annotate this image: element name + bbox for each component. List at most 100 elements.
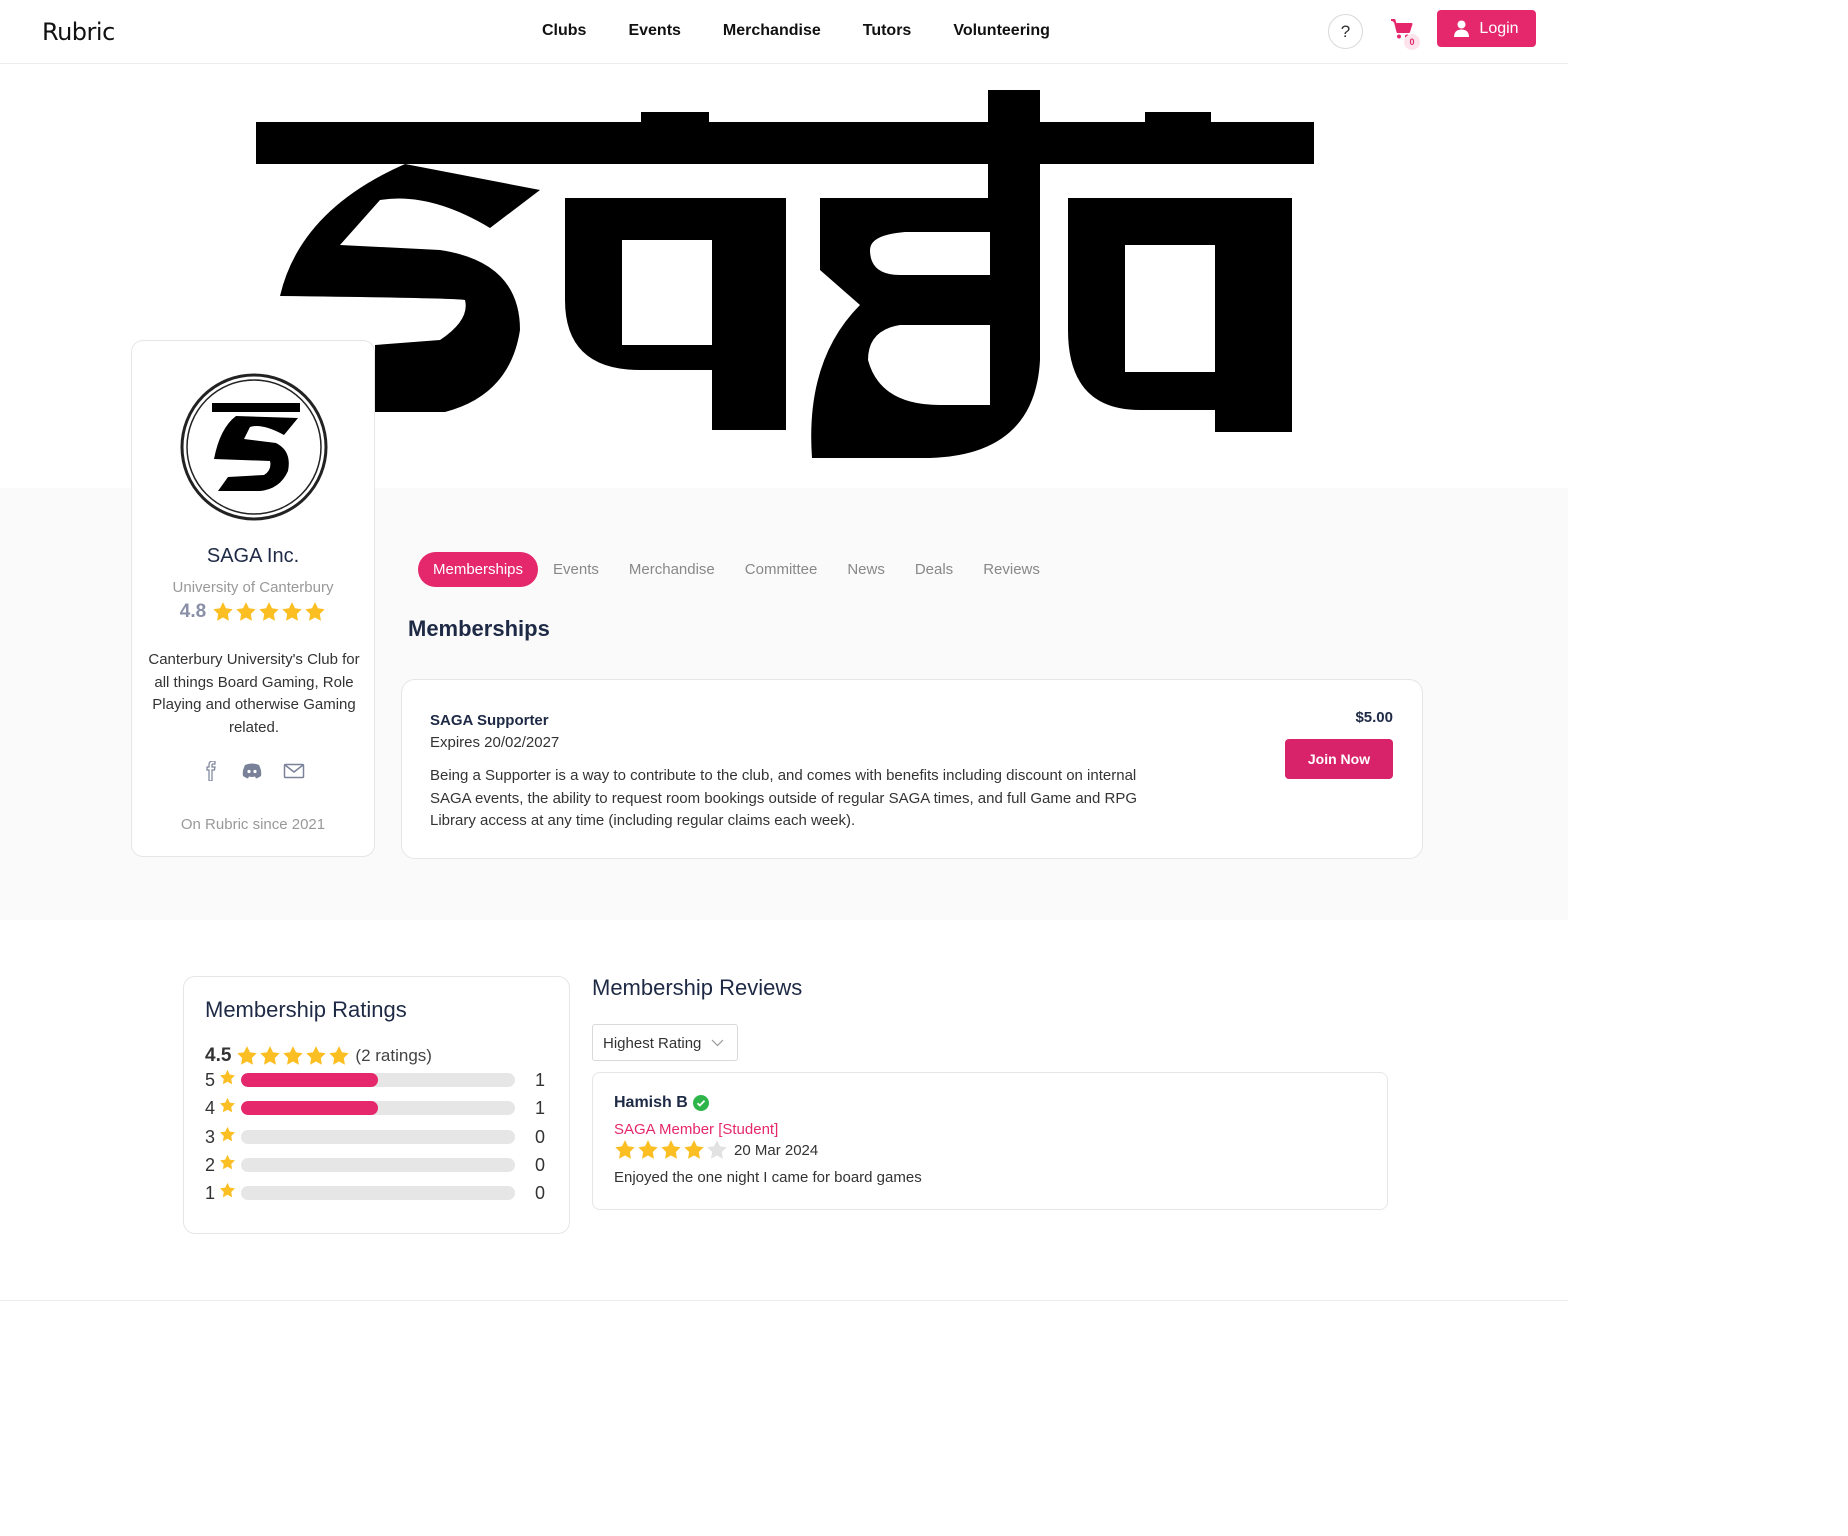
cart-button[interactable]: 0 (1390, 18, 1420, 50)
star-icon (260, 1046, 281, 1065)
rating-bar-track (241, 1158, 515, 1172)
star-icon (283, 1046, 304, 1065)
star-icon (259, 602, 279, 621)
rating-bar-label: 3 (205, 1126, 216, 1147)
ratings-average: 4.5 (205, 1045, 232, 1066)
rating-bar-track (241, 1186, 515, 1200)
main-nav: Clubs Events Merchandise Tutors Voluntee… (542, 22, 1050, 40)
ratings-average-stars (236, 1045, 350, 1067)
rating-bar-star (219, 1097, 241, 1119)
rating-bar-count: 1 (535, 1097, 546, 1118)
top-navbar: Rubric Clubs Events Merchandise Tutors V… (0, 0, 1568, 64)
review-text: Enjoyed the one night I came for board g… (614, 1169, 922, 1186)
membership-description: Being a Supporter is a way to contribute… (430, 767, 1138, 829)
star-icon (220, 1154, 235, 1170)
rating-bar-count: 0 (535, 1182, 546, 1203)
rating-bar-row: 30 (205, 1126, 550, 1148)
rating-bar-track (241, 1101, 515, 1115)
reviews-title: Membership Reviews (592, 975, 803, 1000)
rating-bar-row: 20 (205, 1154, 550, 1176)
ratings-summary: 4.5 (2 ratings) (205, 1045, 432, 1067)
login-button[interactable]: Login (1437, 10, 1536, 47)
tab-memberships[interactable]: Memberships (418, 552, 539, 587)
tab-committee[interactable]: Committee (730, 552, 833, 587)
nav-events[interactable]: Events (628, 22, 680, 40)
ratings-title: Membership Ratings (205, 997, 407, 1022)
review-sort-select[interactable]: Highest Rating (592, 1024, 738, 1061)
rating-bar-count: 0 (535, 1126, 546, 1147)
nav-merchandise[interactable]: Merchandise (723, 22, 821, 40)
rating-bar-label: 2 (205, 1154, 216, 1175)
tab-reviews[interactable]: Reviews (968, 552, 1055, 587)
star-icon (236, 602, 256, 621)
footer-divider (0, 1300, 1568, 1301)
rating-bar-label: 1 (205, 1182, 216, 1203)
rating-bar-fill (241, 1073, 378, 1087)
star-icon (220, 1097, 235, 1113)
membership-price: $5.00 (1355, 709, 1393, 726)
login-label: Login (1479, 19, 1519, 37)
tab-events[interactable]: Events (538, 552, 614, 587)
star-icon (661, 1140, 681, 1159)
tab-deals[interactable]: Deals (900, 552, 968, 587)
star-icon (638, 1140, 658, 1159)
star-icon (306, 1046, 327, 1065)
nav-volunteering[interactable]: Volunteering (953, 22, 1050, 40)
help-button[interactable]: ? (1328, 14, 1363, 49)
rating-bar-count: 0 (535, 1154, 546, 1175)
star-icon (213, 602, 233, 621)
rating-bar-star (219, 1069, 241, 1091)
club-avatar (180, 373, 328, 521)
cart-count-badge: 0 (1404, 34, 1420, 50)
club-rating-stars (212, 601, 326, 623)
star-icon (329, 1046, 350, 1065)
club-rating: 4.8 (132, 601, 374, 623)
review-card: Hamish B SAGA Member [Student] 20 Mar 20… (592, 1072, 1388, 1210)
rating-bar-label: 5 (205, 1069, 216, 1090)
rating-bar-row: 41 (205, 1097, 550, 1119)
star-icon (305, 602, 325, 621)
star-icon (237, 1046, 258, 1065)
rating-bar-track (241, 1130, 515, 1144)
discord-icon[interactable] (241, 761, 263, 781)
review-rating: 20 Mar 2024 (614, 1139, 818, 1161)
membership-ratings-card: Membership Ratings 4.5 (2 ratings) 51413… (183, 976, 570, 1234)
club-profile-card: SAGA Inc. University of Canterbury 4.8 C… (131, 340, 375, 857)
star-icon (282, 602, 302, 621)
rating-bar-star (219, 1154, 241, 1176)
brand-logo[interactable]: Rubric (42, 18, 115, 46)
star-icon (220, 1126, 235, 1142)
membership-expiry: Expires 20/02/2027 (430, 734, 560, 751)
star-icon (220, 1182, 235, 1198)
social-links (132, 761, 374, 781)
rating-bar-fill (241, 1101, 378, 1115)
section-title: Memberships (408, 616, 550, 641)
ratings-count: (2 ratings) (355, 1046, 432, 1065)
mail-icon[interactable] (283, 761, 305, 781)
star-icon (684, 1140, 704, 1159)
tab-merchandise[interactable]: Merchandise (614, 552, 730, 587)
review-stars (614, 1139, 728, 1161)
nav-clubs[interactable]: Clubs (542, 22, 586, 40)
tab-news[interactable]: News (832, 552, 900, 587)
rating-bar-star (219, 1182, 241, 1204)
membership-card: SAGA Supporter Expires 20/02/2027 Being … (401, 679, 1423, 859)
facebook-icon[interactable] (201, 761, 221, 781)
nav-tutors[interactable]: Tutors (863, 22, 912, 40)
member-since: On Rubric since 2021 (180, 816, 326, 833)
rating-bar-label: 4 (205, 1097, 216, 1118)
verified-check-icon (692, 1095, 709, 1111)
reviewer: Hamish B (614, 1094, 709, 1112)
rating-bar-row: 51 (205, 1069, 550, 1091)
star-icon (220, 1069, 235, 1085)
star-icon (615, 1140, 635, 1159)
rating-bar-track (241, 1073, 515, 1087)
club-name: SAGA Inc. (206, 545, 300, 567)
review-date: 20 Mar 2024 (734, 1141, 819, 1159)
user-icon (1454, 20, 1470, 37)
join-now-button[interactable]: Join Now (1285, 739, 1393, 779)
review-sort-value: Highest Rating (603, 1035, 702, 1052)
club-rating-value: 4.8 (179, 601, 207, 622)
star-icon (707, 1140, 727, 1159)
rating-bar-count: 1 (535, 1069, 546, 1090)
